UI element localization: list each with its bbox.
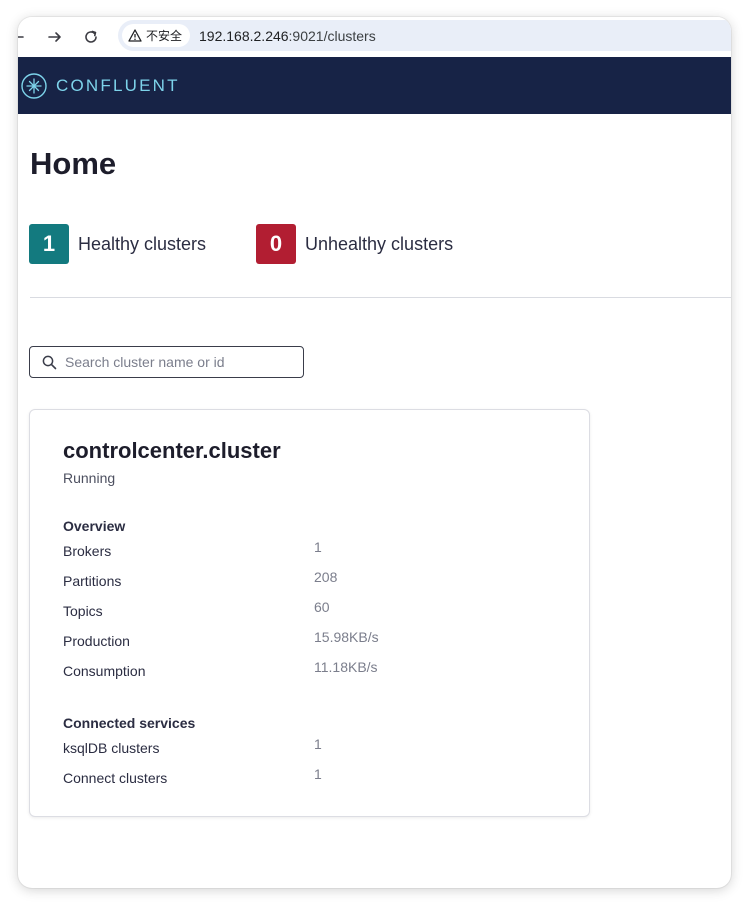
security-chip[interactable]: 不安全 — [122, 24, 191, 47]
metric-value: 208 — [314, 569, 338, 585]
cluster-card[interactable]: controlcenter.cluster Running Overview B… — [29, 409, 590, 817]
metric-row-topics: Topics 60 — [63, 599, 563, 621]
metric-row-brokers: Brokers 1 — [63, 539, 563, 561]
forward-button[interactable] — [42, 24, 68, 50]
warning-icon — [128, 29, 142, 42]
service-value: 1 — [314, 766, 322, 782]
metric-row-partitions: Partitions 208 — [63, 569, 563, 591]
service-label: ksqlDB clusters — [63, 740, 160, 756]
metric-value: 1 — [314, 539, 322, 555]
security-label: 不安全 — [146, 29, 183, 43]
connected-services-heading: Connected services — [63, 715, 196, 731]
divider — [30, 297, 731, 298]
search-icon — [42, 355, 57, 369]
healthy-count-badge: 1 — [29, 224, 69, 264]
app-header: CONFLUENT — [18, 57, 731, 114]
browser-window: 不安全 192.168.2.246:9021/clusters CONFLUEN… — [18, 17, 731, 888]
unhealthy-clusters-summary[interactable]: 0 Unhealthy clusters — [256, 224, 453, 264]
address-bar[interactable]: 不安全 192.168.2.246:9021/clusters — [118, 20, 731, 51]
metric-label: Production — [63, 633, 130, 649]
metric-value: 15.98KB/s — [314, 629, 379, 645]
browser-toolbar: 不安全 192.168.2.246:9021/clusters — [18, 17, 731, 57]
healthy-label: Healthy clusters — [78, 233, 207, 254]
brand-name[interactable]: CONFLUENT — [56, 76, 180, 96]
search-box[interactable] — [29, 346, 304, 378]
metric-label: Brokers — [63, 543, 112, 559]
metric-label: Consumption — [63, 663, 146, 679]
confluent-logo-icon[interactable] — [20, 72, 48, 100]
unhealthy-label: Unhealthy clusters — [305, 233, 454, 254]
cluster-name[interactable]: controlcenter.cluster — [63, 438, 281, 464]
cluster-status: Running — [63, 470, 116, 486]
service-label: Connect clusters — [63, 770, 168, 786]
metric-label: Topics — [63, 603, 103, 619]
unhealthy-count-badge: 0 — [256, 224, 296, 264]
reload-icon — [85, 30, 97, 43]
healthy-clusters-summary[interactable]: 1 Healthy clusters — [29, 224, 206, 264]
metric-value: 60 — [314, 599, 330, 615]
reload-button[interactable] — [78, 24, 104, 50]
forward-arrow-icon — [48, 32, 61, 42]
service-row-connect: Connect clusters 1 — [63, 766, 563, 788]
search-input[interactable] — [63, 353, 287, 371]
url-host: 192.168.2.246 — [199, 27, 289, 44]
back-arrow-icon — [18, 36, 24, 38]
metric-label: Partitions — [63, 573, 122, 589]
metric-value: 11.18KB/s — [314, 659, 378, 675]
back-button[interactable] — [18, 24, 30, 50]
metric-row-production: Production 15.98KB/s — [63, 629, 563, 651]
service-value: 1 — [314, 736, 322, 752]
url-text: 192.168.2.246:9021/clusters — [199, 28, 376, 44]
overview-heading: Overview — [63, 518, 126, 534]
metric-row-consumption: Consumption 11.18KB/s — [63, 659, 563, 681]
service-row-ksqldb: ksqlDB clusters 1 — [63, 736, 563, 758]
url-path: :9021/clusters — [288, 27, 376, 44]
page-title: Home — [30, 146, 117, 181]
